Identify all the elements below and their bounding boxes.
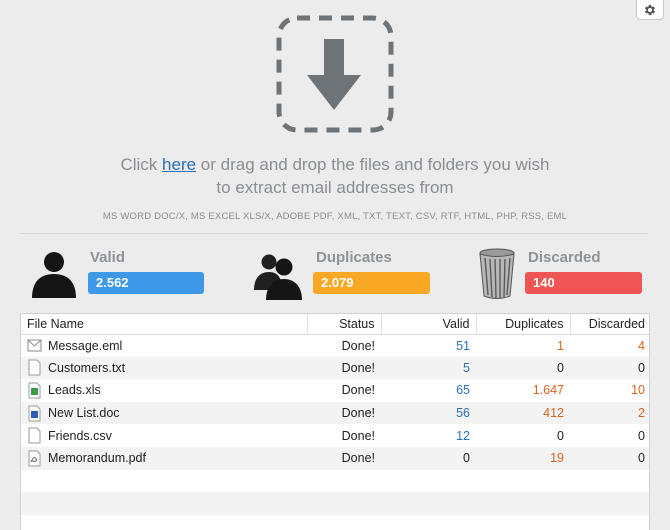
duplicates-cell: 1: [557, 338, 564, 353]
duplicates-count: 2.079: [313, 272, 430, 294]
browse-link[interactable]: here: [162, 155, 196, 174]
column-header-status[interactable]: Status: [306, 314, 381, 335]
valid-cell: 56: [381, 401, 476, 425]
file-name: New List.doc: [48, 406, 120, 421]
duplicates-cell: 0: [557, 428, 564, 443]
instruction-suffix: or drag and drop the files and folders y…: [196, 155, 550, 174]
duplicates-cell: 19: [476, 446, 570, 470]
person-icon: [32, 252, 76, 298]
drop-zone[interactable]: [276, 15, 394, 133]
csv-file-icon: [28, 427, 41, 444]
gear-icon: [644, 4, 656, 15]
trash-icon: [479, 248, 515, 299]
table-row[interactable]: Customers.txt Done! 5 0 0: [21, 356, 649, 380]
document-file-icon: [28, 405, 41, 422]
drop-instructions: Click here or drag and drop the files an…: [0, 153, 670, 199]
discarded-cell: 0: [570, 446, 649, 470]
supported-formats: MS WORD DOC/X, MS EXCEL XLS/X, ADOBE PDF…: [102, 211, 568, 222]
table-row[interactable]: Message.eml Done! 51 1 4: [21, 334, 649, 357]
valid-cell: 65: [456, 383, 470, 398]
file-status: Done!: [341, 428, 375, 443]
duplicates-cell: 1.647: [532, 383, 564, 398]
empty-row: [21, 515, 649, 530]
download-arrow-icon: [276, 15, 394, 133]
divider: [20, 233, 648, 234]
text-file-icon: [28, 359, 41, 376]
file-status: Done!: [307, 401, 381, 425]
file-name: Customers.txt: [48, 360, 126, 375]
valid-cell: 51: [456, 338, 470, 353]
discarded-cell: 2: [570, 401, 649, 425]
column-header-duplicates[interactable]: Duplicates: [475, 314, 570, 335]
discarded-stat: Discarded 140: [474, 246, 654, 302]
duplicates-label: Duplicates: [316, 249, 392, 266]
discarded-cell: 10: [631, 383, 645, 398]
settings-button[interactable]: [636, 0, 664, 20]
discarded-cell: 0: [638, 428, 645, 443]
table-row[interactable]: Memorandum.pdf Done! 0 19 0: [21, 446, 649, 470]
column-header-valid[interactable]: Valid: [380, 314, 476, 335]
results-table: File Name Status Valid Duplicates Discar…: [20, 313, 650, 530]
table-row[interactable]: Friends.csv Done! 12 0 0: [21, 424, 649, 447]
file-status: Done!: [341, 383, 375, 398]
spreadsheet-file-icon: [28, 382, 41, 399]
valid-stat: Valid 2.562: [28, 246, 208, 302]
valid-cell: 5: [381, 356, 476, 380]
file-name: Message.eml: [48, 338, 123, 353]
valid-cell: 12: [456, 428, 470, 443]
people-icon: [254, 254, 302, 300]
email-file-icon: [27, 339, 42, 352]
duplicates-cell: 0: [476, 356, 570, 380]
file-name: Friends.csv: [48, 428, 112, 443]
instruction-prefix: Click: [120, 155, 158, 174]
table-row[interactable]: New List.doc Done! 56 412 2: [21, 401, 649, 425]
file-status: Done!: [307, 356, 381, 380]
duplicates-stat: Duplicates 2.079: [252, 246, 432, 302]
column-header-file-name[interactable]: File Name: [21, 314, 307, 335]
empty-row: [21, 470, 649, 493]
table-row[interactable]: Leads.xls Done! 65 1.647 10: [21, 379, 649, 402]
pdf-file-icon: [28, 450, 41, 467]
file-status: Done!: [341, 338, 375, 353]
discarded-count: 140: [525, 272, 642, 294]
valid-label: Valid: [90, 249, 126, 266]
instruction-line-2: to extract email addresses from: [216, 178, 454, 197]
file-status: Done!: [307, 446, 381, 470]
discarded-label: Discarded: [528, 249, 601, 266]
discarded-cell: 0: [570, 356, 649, 380]
file-name: Memorandum.pdf: [48, 451, 146, 466]
valid-cell: 0: [381, 446, 476, 470]
duplicates-cell: 412: [476, 401, 570, 425]
valid-count: 2.562: [88, 272, 204, 294]
file-name: Leads.xls: [48, 383, 101, 398]
column-header-discarded[interactable]: Discarded: [569, 314, 649, 335]
discarded-cell: 4: [638, 338, 645, 353]
empty-row: [21, 492, 649, 515]
